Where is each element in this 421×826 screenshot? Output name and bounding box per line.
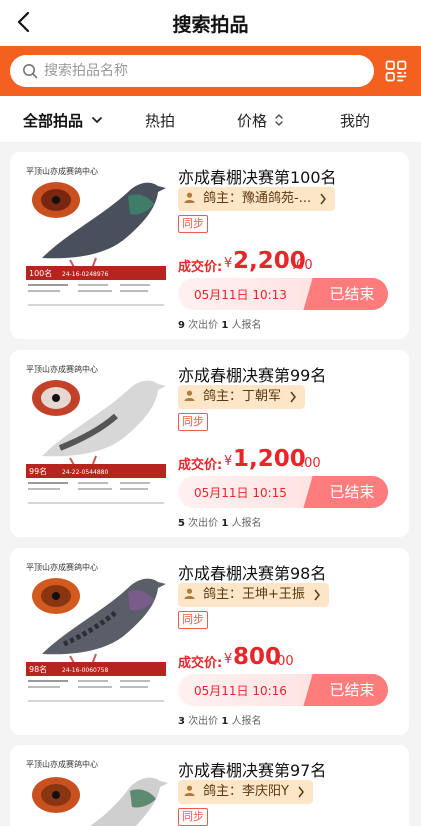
person-icon	[184, 588, 195, 599]
sync-badge: 同步	[178, 413, 208, 431]
bid-count: 5	[178, 518, 185, 529]
item-title: 亦成春棚决赛第99名	[178, 366, 327, 385]
price-label: 成交价:	[178, 656, 223, 671]
ended-badge: 已结束	[316, 476, 388, 508]
person-icon	[184, 390, 195, 401]
tab-mine[interactable]: 我的	[340, 110, 370, 131]
search-bar	[0, 46, 421, 96]
owner-tag[interactable]: 鸽主：王坤+王振	[178, 583, 329, 607]
tab-label: 热拍	[145, 112, 176, 130]
tab-label: 全部拍品	[23, 112, 84, 130]
owner-name: 鸽主：李庆阳Y	[203, 784, 289, 799]
thumb-rank-text: 100名	[29, 268, 52, 278]
search-box[interactable]	[10, 55, 374, 87]
owner-tag[interactable]: 鸽主：豫通鸽苑-...	[178, 187, 336, 211]
tab-all-items[interactable]: 全部拍品	[23, 110, 103, 131]
item-title: 亦成春棚决赛第100名	[178, 168, 337, 187]
chevron-right-icon	[290, 391, 296, 403]
auction-card[interactable]: 平顶山亦成赛鸽中心 亦成春棚决赛第97名 鸽主：李庆阳Y 同步	[10, 745, 409, 826]
auction-status: 05月11日 10:13 已结束	[178, 278, 388, 310]
filter-tabs: 全部拍品 热拍 价格 我的	[0, 96, 421, 142]
sort-arrows-icon	[275, 114, 283, 126]
price-value: 1,200	[233, 446, 306, 472]
bid-suffix: 次出价	[184, 518, 222, 529]
thumb-ring-text: 24-16-0060758	[62, 667, 109, 674]
price-decimal: .00	[273, 654, 294, 669]
search-input[interactable]	[44, 59, 364, 83]
currency-symbol: ¥	[224, 454, 233, 469]
pigeon-photo: 平顶山亦成赛鸽中心 99名 24-22-0544880	[20, 360, 172, 512]
thumb-rank-text: 99名	[29, 466, 47, 476]
ended-badge: 已结束	[316, 278, 388, 310]
bid-stats: 5 次出价 1 人报名	[178, 514, 261, 529]
grid-scan-icon[interactable]	[385, 60, 407, 82]
tab-price[interactable]: 价格	[237, 110, 284, 131]
sync-badge: 同步	[178, 808, 208, 826]
thumb-rank-text: 98名	[29, 664, 47, 674]
currency-symbol: ¥	[224, 256, 233, 271]
price-label: 成交价:	[178, 260, 223, 275]
chevron-right-icon	[314, 589, 320, 601]
top-bar: 搜索拍品	[0, 0, 421, 46]
bid-suffix: 次出价	[184, 320, 222, 331]
bid-count: 3	[178, 716, 185, 727]
pigeon-photo: 平顶山亦成赛鸽中心 100名 24-16-0248976	[20, 162, 172, 314]
end-time: 05月11日 10:16	[194, 684, 287, 698]
end-time: 05月11日 10:13	[194, 288, 287, 302]
person-icon	[184, 785, 195, 796]
bid-suffix: 次出价	[184, 716, 222, 727]
auction-status: 05月11日 10:16 已结束	[178, 674, 388, 706]
tab-label: 我的	[340, 112, 371, 130]
auction-status: 05月11日 10:15 已结束	[178, 476, 388, 508]
ended-badge: 已结束	[316, 674, 388, 706]
thumb-ring-text: 24-22-0544880	[62, 469, 109, 476]
thumb-ring-text: 24-16-0248976	[62, 271, 109, 278]
tab-hot[interactable]: 热拍	[145, 110, 175, 131]
chevron-right-icon	[298, 786, 304, 798]
item-title: 亦成春棚决赛第97名	[178, 761, 327, 780]
owner-name: 鸽主：丁朝军	[203, 389, 282, 404]
chevron-right-icon	[320, 193, 327, 205]
thumb-header-text: 平顶山亦成赛鸽中心	[26, 166, 98, 176]
chevron-down-icon	[92, 117, 103, 123]
currency-symbol: ¥	[224, 652, 233, 667]
owner-tag[interactable]: 鸽主：丁朝军	[178, 385, 306, 409]
thumb-header-text: 平顶山亦成赛鸽中心	[26, 364, 98, 374]
owner-tag[interactable]: 鸽主：李庆阳Y	[178, 780, 313, 804]
thumb-header-text: 平顶山亦成赛鸽中心	[26, 759, 98, 769]
search-icon	[23, 64, 38, 79]
person-icon	[184, 192, 195, 203]
tab-label: 价格	[237, 112, 268, 130]
bid-stats: 3 次出价 1 人报名	[178, 712, 261, 727]
bid-count: 9	[178, 320, 185, 331]
price-label: 成交价:	[178, 458, 223, 473]
pigeon-photo: 平顶山亦成赛鸽中心 98名 24-16-0060758	[20, 558, 172, 710]
auction-card[interactable]: 平顶山亦成赛鸽中心 99名 24-22-0544880 亦成春棚决赛第99名 鸽…	[10, 350, 409, 537]
end-time: 05月11日 10:15	[194, 486, 287, 500]
auction-card[interactable]: 平顶山亦成赛鸽中心 100名 24-16-0248976 亦成春棚决赛第100名…	[10, 152, 409, 339]
auction-card[interactable]: 平顶山亦成赛鸽中心 98名 24-16-0060758 亦成春棚决赛第98名 鸽…	[10, 548, 409, 735]
owner-name: 鸽主：豫通鸽苑-...	[203, 191, 312, 206]
sync-badge: 同步	[178, 215, 208, 233]
pigeon-photo: 平顶山亦成赛鸽中心	[20, 755, 172, 826]
signup-suffix: 人报名	[228, 320, 262, 331]
signup-suffix: 人报名	[228, 716, 262, 727]
price-decimal: .00	[300, 456, 321, 471]
price-decimal: .00	[292, 258, 313, 273]
sync-badge: 同步	[178, 611, 208, 629]
thumb-header-text: 平顶山亦成赛鸽中心	[26, 562, 98, 572]
owner-name: 鸽主：王坤+王振	[203, 587, 305, 602]
page-title: 搜索拍品	[172, 14, 249, 36]
signup-suffix: 人报名	[228, 518, 262, 529]
item-title: 亦成春棚决赛第98名	[178, 564, 327, 583]
bid-stats: 9 次出价 1 人报名	[178, 316, 261, 331]
